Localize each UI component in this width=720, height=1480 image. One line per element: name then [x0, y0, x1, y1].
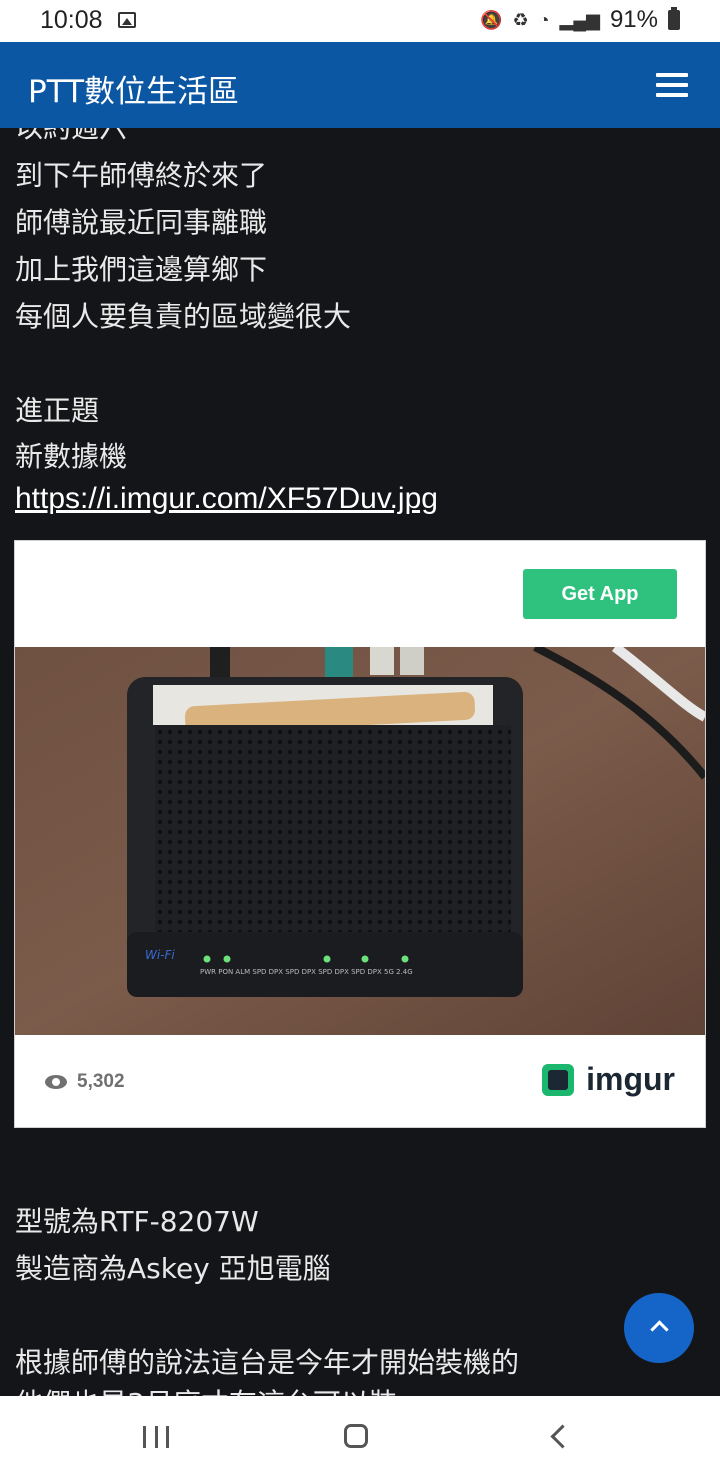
- modem-photo[interactable]: Wi-Fi PWR PON ALM SPD DPX SPD DPX SPD DP…: [15, 647, 705, 1035]
- svg-text:Wi-Fi: Wi-Fi: [145, 948, 175, 962]
- article-line: 加上我們這邊算鄉下: [15, 253, 268, 286]
- gallery-notification-icon: [118, 12, 136, 28]
- home-icon[interactable]: [344, 1424, 368, 1448]
- scroll-to-top-button[interactable]: [624, 1293, 694, 1363]
- app-bar: PTT數位生活區: [0, 42, 720, 128]
- back-icon[interactable]: [550, 1424, 575, 1449]
- view-count-value: 5,302: [77, 1071, 125, 1092]
- battery-percent: 91%: [609, 6, 658, 33]
- imgur-link[interactable]: https://i.imgur.com/XF57Duv.jpg: [15, 482, 438, 516]
- status-time: 10:08: [40, 6, 103, 34]
- article-line: 他們也是3月底才有這台可以裝: [15, 1382, 397, 1396]
- battery-saver-icon: ♻: [512, 9, 529, 30]
- get-app-button[interactable]: Get App: [523, 569, 677, 619]
- chevron-up-icon: [650, 1320, 669, 1339]
- eye-icon: [45, 1075, 67, 1089]
- article-line: 根據師傅的說法這台是今年才開始裝機的: [15, 1346, 520, 1379]
- signal-icon: ▂▄▆: [559, 9, 600, 30]
- article-line: 以約週六: [15, 128, 127, 146]
- svg-text:PWR PON ALM SPD DPX SPD DPX SP: PWR PON ALM SPD DPX SPD DPX SPD DPX SPD …: [200, 968, 413, 976]
- article-line: 師傅說最近同事離職: [15, 206, 268, 239]
- article-line: 每個人要負責的區域變很大: [15, 300, 352, 333]
- imgur-logo[interactable]: imgur: [542, 1061, 675, 1098]
- wifi-icon: ◔: [538, 9, 550, 30]
- imgur-brand: imgur: [586, 1061, 675, 1097]
- system-nav-bar: [0, 1396, 720, 1480]
- article-line: 新數據機: [15, 440, 128, 473]
- article-line: 製造商為Askey 亞旭電腦: [15, 1252, 331, 1285]
- article-line: 型號為RTF-8207W: [15, 1205, 259, 1238]
- view-count: 5,302: [45, 1071, 125, 1093]
- app-title[interactable]: PTT數位生活區: [28, 66, 239, 111]
- mute-icon: 🔕: [480, 9, 503, 30]
- status-bar: 10:08 🔕 ♻ ◔ ▂▄▆ 91%: [0, 0, 720, 42]
- recent-apps-icon[interactable]: [143, 1426, 169, 1448]
- article-line: 到下午師傅終於來了: [15, 159, 268, 192]
- article-content: 以約週六 到下午師傅終於來了 師傅說最近同事離職 加上我們這邊算鄉下 每個人要負…: [0, 128, 720, 1396]
- battery-icon: [668, 7, 680, 30]
- imgur-embed: Get App Wi-Fi PWR PON ALM SPD DPX SPD DP…: [14, 540, 706, 1128]
- status-icons: 🔕 ♻ ◔ ▂▄▆ 91%: [480, 6, 680, 34]
- hamburger-menu-icon[interactable]: [656, 73, 688, 97]
- article-line: 進正題: [15, 394, 100, 427]
- imgur-icon: [542, 1063, 575, 1096]
